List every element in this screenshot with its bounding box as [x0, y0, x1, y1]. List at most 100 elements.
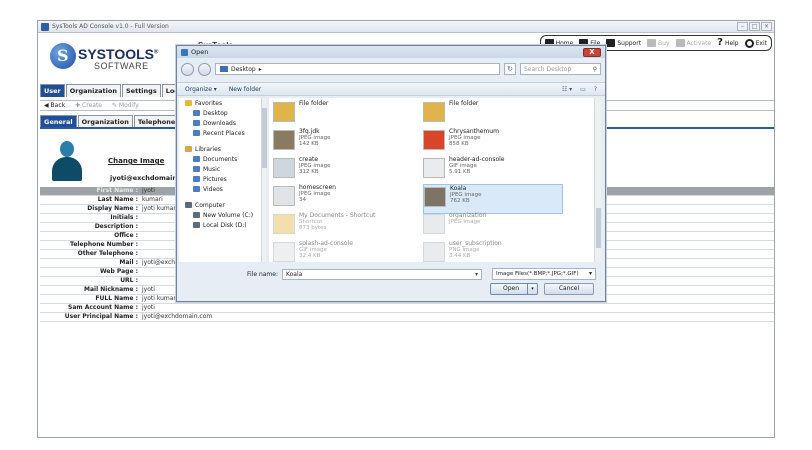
change-image-link[interactable]: Change Image [108, 157, 164, 165]
nav-item-label: Music [203, 165, 221, 173]
filetype-select[interactable]: Image Files(*.BMP;*.JPG;*.GIF) [492, 268, 596, 280]
create-button[interactable]: ✚ Create [75, 102, 102, 109]
window-controls: – □ × [737, 22, 772, 31]
nav-item[interactable]: Documents [179, 154, 262, 164]
nav-item[interactable]: Recent Places [179, 128, 262, 138]
files-scrollbar[interactable] [594, 98, 601, 262]
field-value[interactable] [140, 223, 142, 231]
forward-arrow-icon[interactable] [198, 62, 211, 76]
toolbar-label: Help [724, 39, 739, 47]
field-value[interactable] [140, 241, 142, 249]
file-thumbnail-icon [423, 214, 445, 234]
file-meta: user_subscription PNG image 3.44 KB [449, 240, 502, 262]
file-item[interactable]: header-ad-console GIF image 5.91 KB [423, 156, 563, 186]
nav-item[interactable]: Favorites [179, 98, 262, 108]
field-label: Mail : [119, 259, 138, 266]
file-item[interactable]: organization JPEG image [423, 212, 563, 242]
search-input[interactable]: Search Desktop ⚲ [520, 63, 601, 75]
organize-menu[interactable]: Organize ▾ [185, 86, 217, 93]
maximize-button[interactable]: □ [749, 22, 760, 31]
toolbar-label: Support [617, 39, 642, 47]
open-button[interactable]: Open ▾ [490, 283, 538, 295]
file-name: 3fq.jdk [299, 128, 320, 135]
tab-organization[interactable]: Organization [65, 84, 121, 97]
toolbar-help-button[interactable]: ? Help [717, 37, 739, 48]
file-item[interactable]: 3fq.jdk JPEG image 142 KB [273, 128, 413, 158]
preview-pane-icon[interactable]: ▭ [580, 86, 586, 93]
field-label: Web Page : [100, 268, 138, 275]
toolbar-activate-button[interactable]: Activate [675, 39, 711, 47]
filename-input[interactable]: Koala [281, 269, 482, 280]
file-item[interactable]: user_subscription PNG image 3.44 KB [423, 240, 563, 262]
field-value[interactable]: jyoti kumar [140, 205, 176, 213]
file-item[interactable]: create JPEG image 312 KB [273, 156, 413, 186]
path-box[interactable]: Desktop ▸ [215, 63, 500, 75]
view-controls: ☷ ▾ ▭ ? [562, 86, 597, 93]
nav-item[interactable]: Pictures [179, 174, 262, 184]
file-item[interactable]: Chrysanthemum JPEG image 858 KB [423, 128, 563, 158]
close-window-button[interactable]: × [761, 22, 772, 31]
new-folder-button[interactable]: New folder [229, 86, 261, 93]
dialog-close-button[interactable]: X [583, 48, 601, 57]
file-item[interactable]: File folder [423, 100, 563, 130]
nav-item[interactable]: Libraries [179, 144, 262, 154]
field-value[interactable] [140, 268, 142, 276]
field-value[interactable] [140, 232, 142, 240]
back-arrow-icon[interactable] [181, 62, 194, 76]
field-value[interactable] [140, 250, 142, 258]
file-size: 34 [299, 197, 306, 203]
file-item[interactable]: Koala JPEG image 762 KB [423, 184, 563, 214]
toolbar-support-button[interactable]: Support [606, 39, 641, 47]
nav-item-label: Recent Places [203, 129, 245, 137]
avatar [48, 139, 86, 181]
field-value[interactable]: kumari [140, 196, 163, 204]
files-scroll-thumb[interactable] [596, 208, 601, 248]
minimize-button[interactable]: – [737, 22, 748, 31]
nav-scrollbar[interactable] [261, 98, 267, 262]
nav-scroll-thumb[interactable] [262, 108, 267, 168]
field-value[interactable]: jyoti@exchdomain.com [140, 313, 212, 321]
nav-item[interactable]: New Volume (C:) [179, 210, 262, 220]
key-icon [675, 39, 685, 47]
file-size: 873 bytes [299, 225, 327, 231]
tab-user[interactable]: User [40, 84, 65, 97]
path-text: Desktop [231, 65, 256, 73]
field-value[interactable]: jyoti [140, 286, 155, 294]
field-label: Office : [114, 232, 138, 239]
view-options-icon[interactable]: ☷ ▾ [562, 86, 572, 93]
file-item[interactable]: File folder [273, 100, 413, 130]
help-icon[interactable]: ? [594, 86, 597, 93]
nav-item-label: Local Disk (D:) [203, 221, 247, 229]
dialog-title-bar: Open [177, 46, 605, 58]
tab-settings[interactable]: Settings [122, 84, 161, 97]
field-value[interactable] [140, 277, 142, 285]
field-value[interactable]: jyoti@exch [140, 259, 175, 267]
nav-item[interactable]: Downloads [179, 118, 262, 128]
refresh-icon[interactable]: ↻ [504, 63, 516, 75]
open-dropdown-icon[interactable]: ▾ [527, 284, 537, 294]
help-icon: ? [717, 37, 723, 48]
field-value[interactable]: jyoti kumari [140, 295, 178, 303]
cancel-button[interactable]: Cancel [544, 283, 594, 295]
nav-item[interactable]: Local Disk (D:) [179, 220, 262, 230]
nav-item[interactable]: Music [179, 164, 262, 174]
toolbar-exit-button[interactable]: Exit [744, 38, 767, 48]
toolbar-buy-button[interactable]: Buy [647, 39, 670, 47]
modify-button[interactable]: ✎ Modify [112, 102, 139, 109]
file-item[interactable]: splash-ad-console GIF image 32.4 KB [273, 240, 413, 262]
file-item[interactable]: homescreen JPEG image 34 [273, 184, 413, 214]
back-button[interactable]: ◀ Back [44, 102, 65, 109]
field-value[interactable]: jyoti [140, 304, 155, 312]
nav-item[interactable]: Videos [179, 184, 262, 194]
field-label: First Name : [96, 187, 138, 194]
file-size: 32.4 KB [299, 253, 321, 259]
field-value[interactable] [140, 214, 142, 222]
file-thumbnail-icon [273, 130, 295, 150]
file-item[interactable]: My Documents - Shortcut Shortcut 873 bytes [273, 212, 413, 242]
downloads-icon [193, 120, 200, 126]
nav-item[interactable]: Computer [179, 200, 262, 210]
nav-item-label: Computer [195, 201, 225, 209]
file-name: homescreen [299, 184, 336, 191]
nav-item[interactable]: Desktop [179, 108, 262, 118]
field-value[interactable]: jyoti [140, 187, 155, 195]
